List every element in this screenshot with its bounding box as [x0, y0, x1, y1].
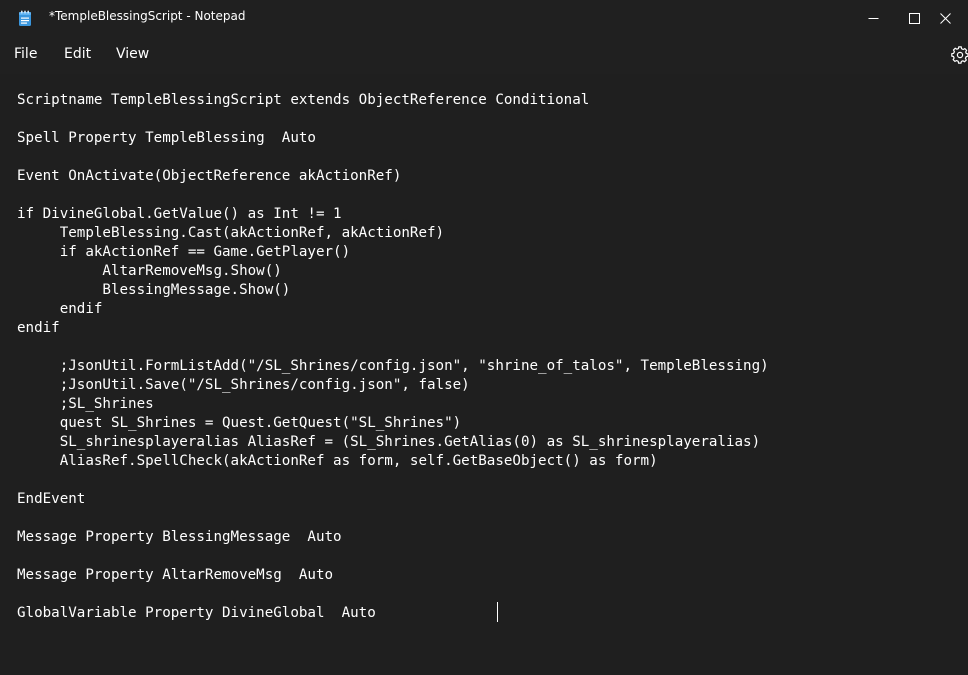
title-bar[interactable]: *TempleBlessingScript - Notepad	[0, 0, 968, 36]
gear-icon	[950, 46, 968, 69]
settings-button[interactable]	[950, 45, 968, 65]
close-icon	[939, 12, 951, 24]
notepad-icon	[17, 10, 33, 27]
close-button[interactable]	[922, 0, 968, 36]
maximize-icon	[908, 12, 920, 24]
menu-bar: File Edit View	[0, 36, 968, 74]
text-editor[interactable]: Scriptname TempleBlessingScript extends …	[0, 74, 968, 675]
menu-edit[interactable]: Edit	[64, 46, 91, 62]
minimize-icon	[868, 13, 879, 24]
minimize-button[interactable]	[850, 0, 896, 36]
editor-text[interactable]: Scriptname TempleBlessingScript extends …	[17, 91, 769, 623]
menu-file[interactable]: File	[14, 46, 37, 62]
menu-view[interactable]: View	[116, 46, 149, 62]
text-caret	[497, 602, 498, 622]
window-title: *TempleBlessingScript - Notepad	[49, 9, 246, 23]
notepad-window: *TempleBlessingScript - Notepad File Edi…	[0, 0, 968, 675]
